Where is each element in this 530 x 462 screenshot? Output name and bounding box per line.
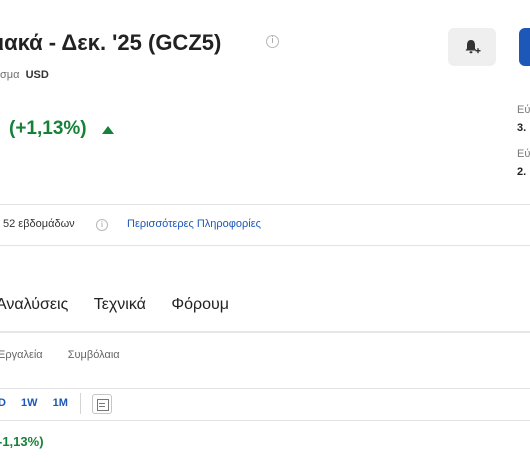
divider: [0, 245, 530, 246]
main-tabs: Αναλύσεις Τεχνικά Φόρουμ: [0, 296, 250, 314]
currency-label: σμα: [0, 69, 20, 81]
range-52-weeks-label: 52 εβδομάδων: [3, 218, 75, 230]
tab-analyses[interactable]: Αναλύσεις: [0, 296, 68, 314]
divider: [0, 420, 530, 421]
side-stat-value-1: 3.: [517, 122, 527, 134]
tab-technical[interactable]: Τεχνικά: [94, 296, 146, 314]
subtab-contracts[interactable]: Συμβόλαια: [68, 349, 120, 361]
create-alert-button[interactable]: [448, 28, 496, 66]
more-info-link[interactable]: Περισσότερες Πληροφορίες: [127, 218, 261, 230]
price-change-percent: (+1,13%): [9, 118, 87, 139]
info-icon[interactable]: i: [266, 35, 279, 48]
period-week-button[interactable]: 1W: [21, 397, 38, 409]
sub-tabs: Εργαλεία Συμβόλαια: [0, 349, 142, 361]
primary-action-button[interactable]: [519, 28, 530, 66]
side-stat-value-2: 2.: [517, 166, 527, 178]
range-info-icon[interactable]: i: [96, 219, 108, 231]
period-month-button[interactable]: 1M: [53, 397, 68, 409]
tabs-underline: [0, 331, 530, 333]
divider: [0, 204, 530, 205]
period-selector: D 1W 1M: [0, 397, 80, 409]
chart-type-icon[interactable]: [92, 394, 112, 414]
toolbar-separator: [80, 393, 81, 414]
currency-value: USD: [25, 69, 49, 81]
subtab-tools[interactable]: Εργαλεία: [0, 349, 43, 361]
period-day-button[interactable]: D: [0, 397, 6, 409]
side-stat-label-1: Εύ: [517, 104, 530, 116]
bell-plus-icon: [465, 40, 481, 54]
up-arrow-icon: [102, 126, 114, 134]
currency-row: σμα USD: [0, 69, 49, 81]
chart-change-percent: -1,13%): [0, 434, 44, 449]
instrument-title: ιακά - Δεκ. '25 (GCZ5): [0, 30, 222, 55]
tab-forum[interactable]: Φόρουμ: [171, 296, 229, 314]
divider: [0, 388, 530, 389]
side-stat-label-2: Εύ: [517, 148, 530, 160]
